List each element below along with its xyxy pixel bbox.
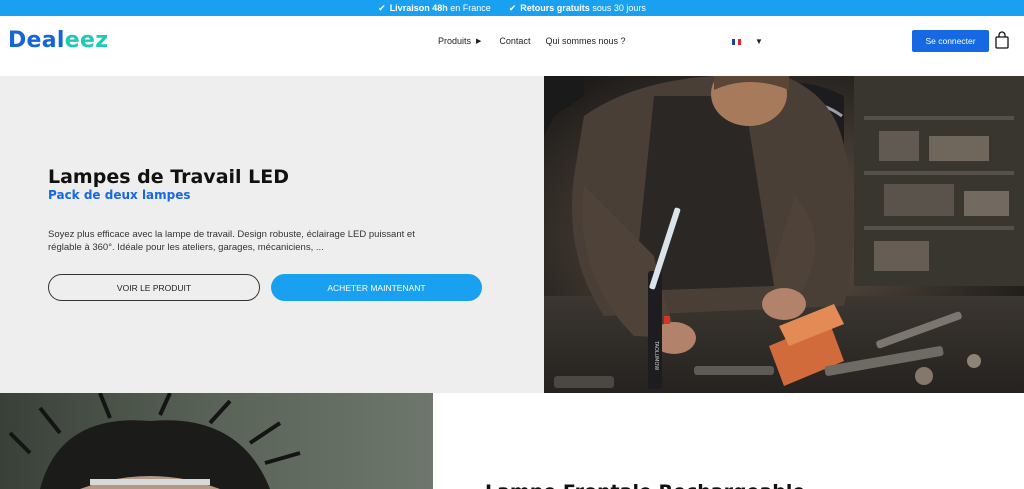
hero-title: Lampes de Travail LED	[48, 166, 290, 188]
announcement-bar: ✔ Livraison 48h en France ✔ Retours grat…	[0, 0, 1024, 16]
hero-banner: Lampes de Travail LED Pack de deux lampe…	[0, 76, 1024, 393]
language-selector[interactable]: ▼	[732, 37, 763, 46]
logo-part-1: Deal	[8, 28, 65, 53]
hero-description: Soyez plus efficace avec la lampe de tra…	[48, 229, 415, 253]
nav-products[interactable]: Produits ▶	[438, 36, 481, 46]
hero-subtitle: Pack de deux lampes	[48, 188, 191, 202]
buy-now-button[interactable]: ACHETER MAINTENANT	[271, 274, 482, 301]
announcement-returns-rest: sous 30 jours	[589, 3, 646, 13]
main-nav: Produits ▶ Contact Qui sommes nous ?	[438, 36, 626, 46]
hero-content: Lampes de Travail LED Pack de deux lampe…	[0, 76, 544, 393]
nav-contact-label: Contact	[499, 36, 531, 46]
announcement-returns: ✔ Retours gratuits sous 30 jours	[509, 3, 646, 14]
announcement-delivery: ✔ Livraison 48h en France	[378, 3, 491, 14]
nav-products-label: Produits	[438, 36, 472, 46]
lamp-brand-text: TAOLUMOW	[653, 340, 659, 370]
hero-product-image: TAOLUMOW	[544, 76, 1024, 393]
check-icon: ✔	[378, 2, 386, 13]
section-2-title: Lampe Frontale Rechargeable	[485, 481, 805, 489]
site-logo[interactable]: Dealeez	[8, 28, 108, 53]
headlamp-product-image	[0, 393, 433, 489]
site-header: Dealeez Produits ▶ Contact Qui sommes no…	[0, 16, 1024, 76]
triangle-right-icon: ▶	[476, 38, 482, 45]
logo-part-2: eez	[64, 28, 109, 53]
second-product-section: Lampe Frontale Rechargeable	[0, 393, 1024, 489]
nav-about[interactable]: Qui sommes nous ?	[545, 36, 625, 46]
nav-contact[interactable]: Contact	[499, 36, 530, 46]
announcement-returns-bold: Retours gratuits	[520, 3, 590, 13]
view-product-button[interactable]: VOIR LE PRODUIT	[48, 274, 260, 301]
login-button[interactable]: Se connecter	[912, 30, 989, 52]
announcement-delivery-bold: Livraison 48h	[389, 3, 448, 13]
shopping-bag-icon[interactable]	[995, 31, 1009, 49]
check-icon: ✔	[508, 2, 517, 13]
chevron-down-icon: ▼	[755, 37, 763, 46]
announcement-delivery-rest: en France	[447, 3, 491, 13]
french-flag-icon	[732, 38, 741, 45]
nav-about-label: Qui sommes nous ?	[545, 36, 626, 46]
